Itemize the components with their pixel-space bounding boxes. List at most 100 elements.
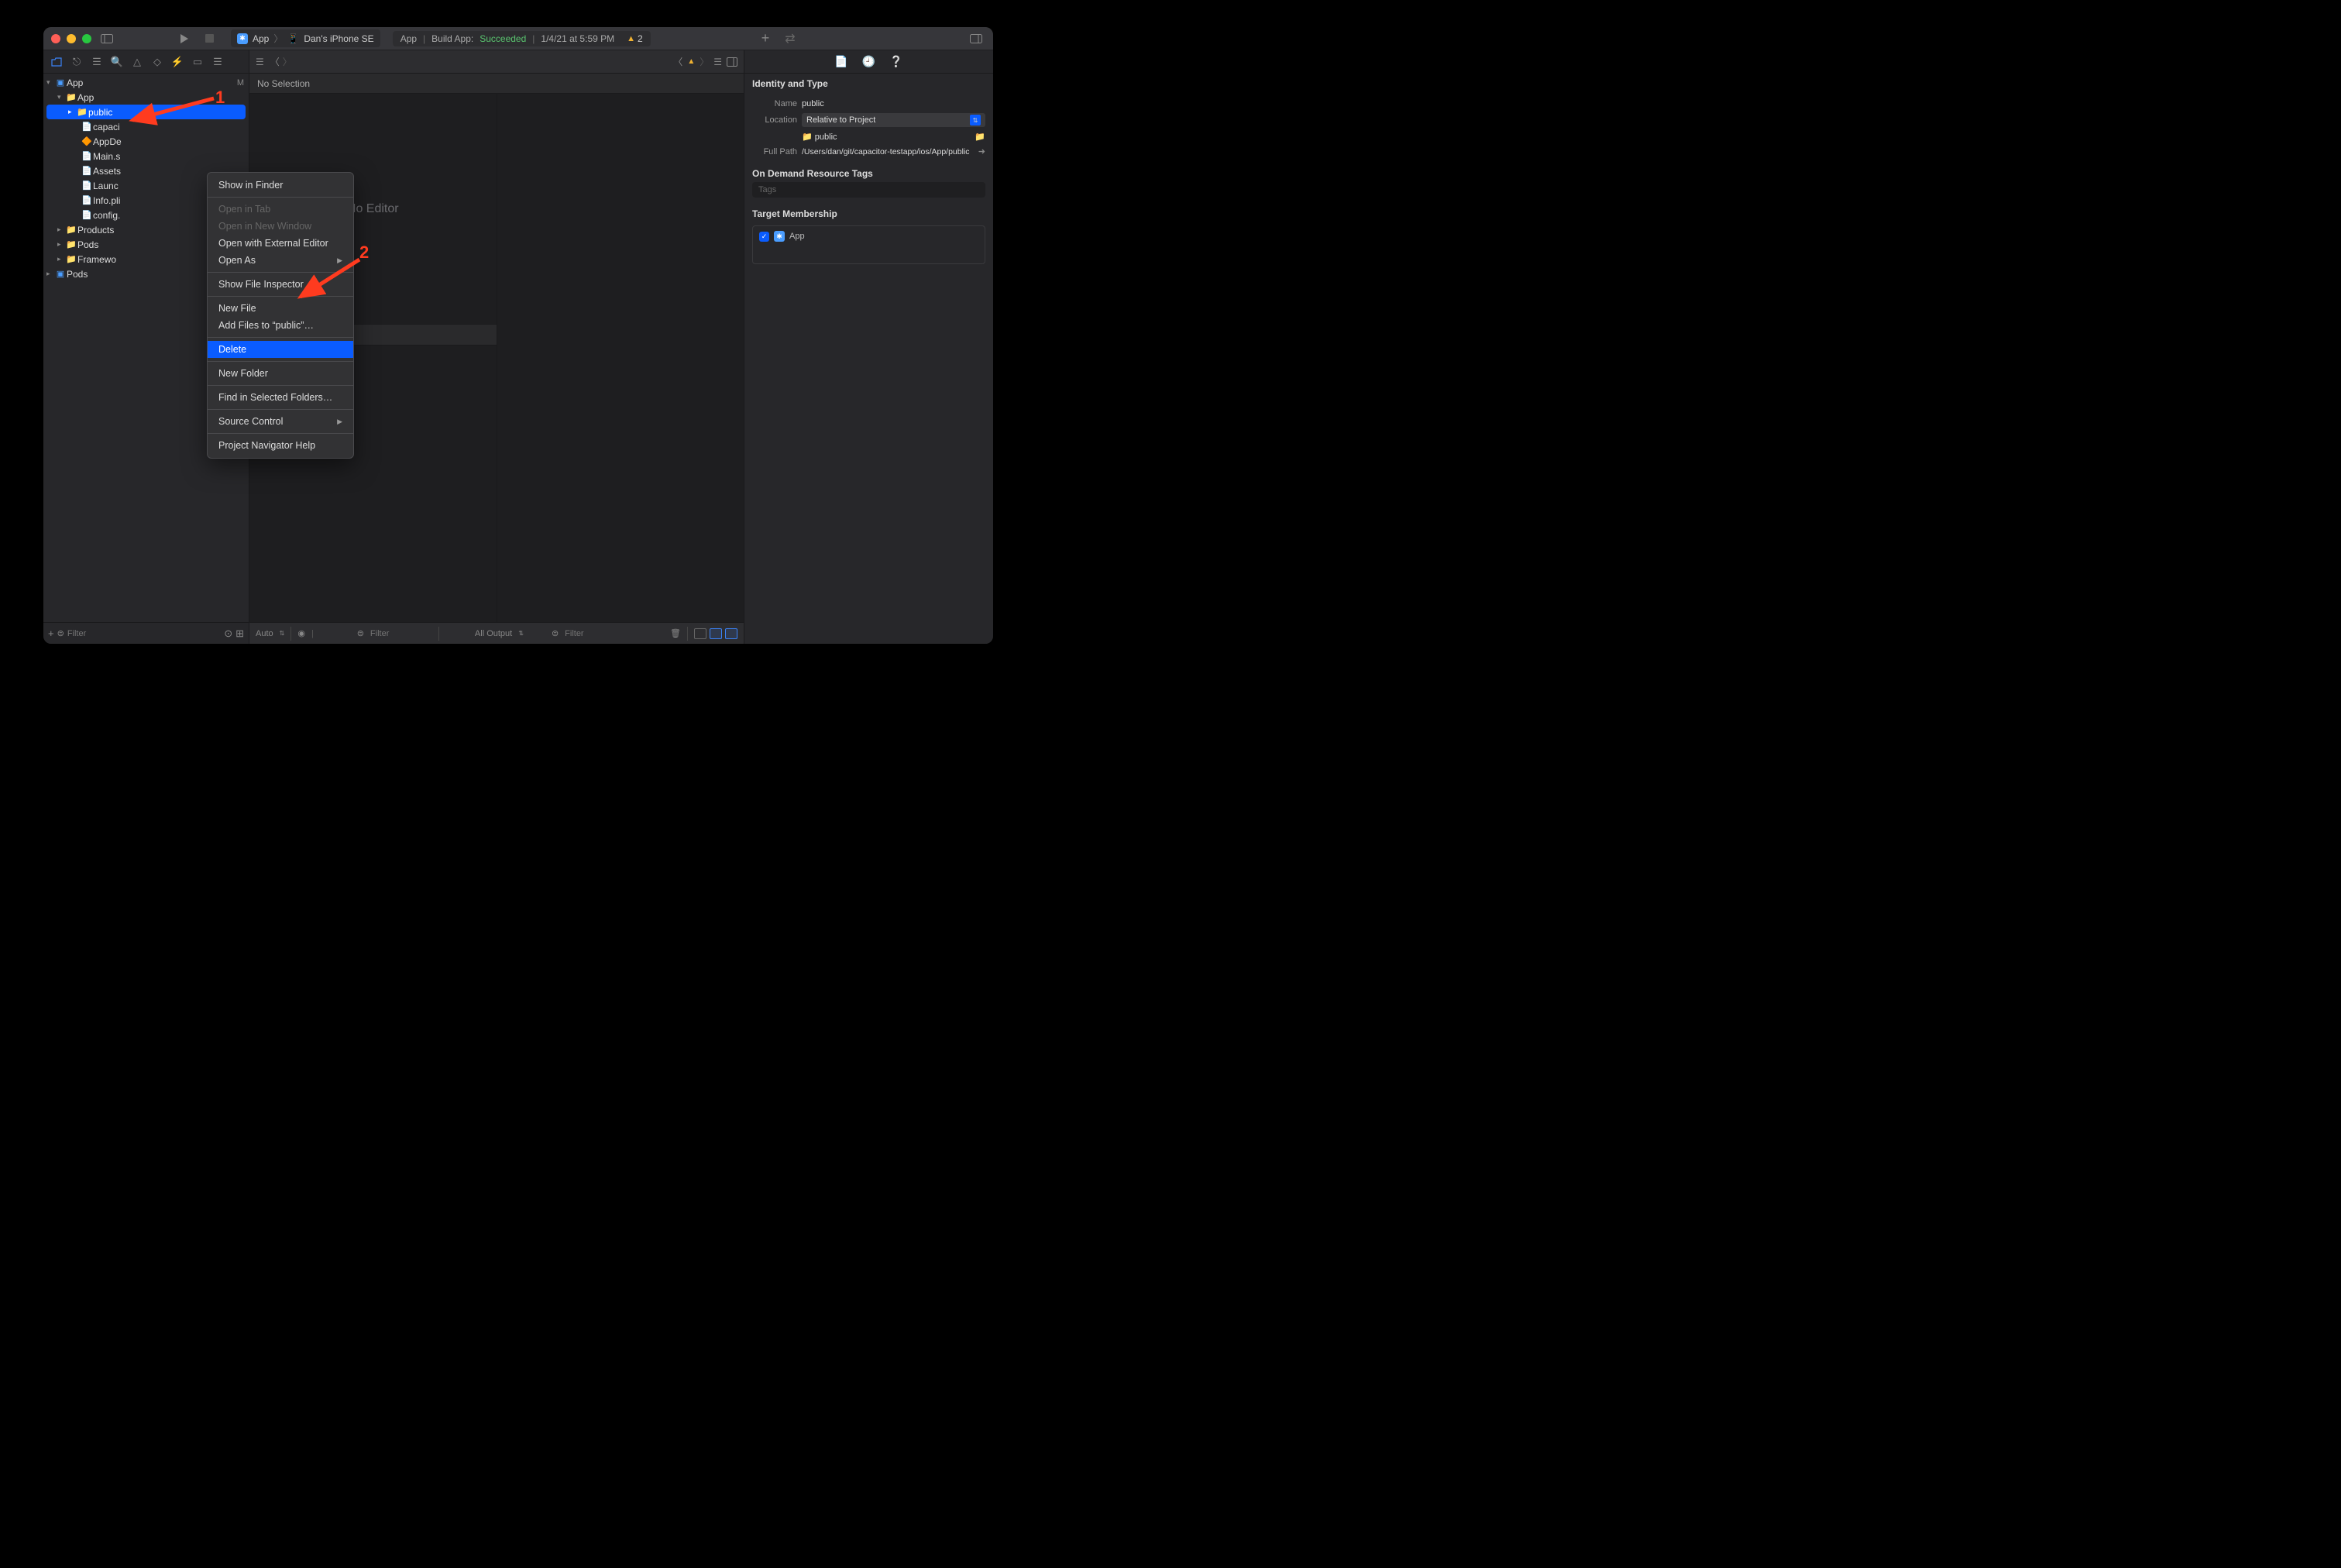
tree-root-app[interactable]: ▾▣ App M bbox=[43, 75, 249, 90]
tree-folder-app[interactable]: ▾📁 App bbox=[43, 90, 249, 105]
back-icon[interactable]: 〈 bbox=[270, 55, 280, 68]
scheme-app: App bbox=[253, 33, 269, 44]
target-membership-box: ✓ ✱ App bbox=[752, 225, 985, 264]
ctx-open-in-tab: Open in Tab bbox=[208, 201, 353, 218]
source-control-navigator-icon[interactable]: ⎋ bbox=[68, 53, 85, 70]
stop-button[interactable] bbox=[200, 29, 218, 48]
ctx-source-control[interactable]: Source Control▶ bbox=[208, 413, 353, 430]
test-navigator-icon[interactable]: ◇ bbox=[149, 53, 166, 70]
find-navigator-icon[interactable]: 🔍 bbox=[108, 53, 125, 70]
path-no-selection: No Selection bbox=[257, 78, 310, 89]
add-file-icon[interactable]: + bbox=[48, 628, 54, 639]
reveal-icon[interactable]: ➜ bbox=[978, 146, 985, 156]
ctx-nav-help[interactable]: Project Navigator Help bbox=[208, 437, 353, 454]
status-app: App bbox=[400, 33, 417, 44]
filter-icon: ⊜ bbox=[57, 628, 64, 638]
ctx-new-file[interactable]: New File bbox=[208, 300, 353, 317]
ctx-show-file-inspector[interactable]: Show File Inspector bbox=[208, 276, 353, 293]
issue-navigator-icon[interactable]: △ bbox=[129, 53, 146, 70]
location-file: 📁 public bbox=[802, 132, 970, 142]
tree-file-capacitor[interactable]: 📄 capaci bbox=[43, 119, 249, 134]
project-navigator-icon[interactable] bbox=[48, 53, 65, 70]
target-app-label: App bbox=[789, 232, 805, 241]
library-icon[interactable] bbox=[967, 29, 985, 48]
ctx-find-folders[interactable]: Find in Selected Folders… bbox=[208, 389, 353, 406]
add-editor-icon[interactable] bbox=[727, 57, 737, 67]
filter-icon: ⊜ bbox=[357, 628, 364, 638]
warnings-badge[interactable]: ▲ 2 bbox=[627, 33, 643, 44]
ctx-open-in-window: Open in New Window bbox=[208, 218, 353, 235]
ctx-new-folder[interactable]: New Folder bbox=[208, 365, 353, 382]
select-arrows-icon: ⇅ bbox=[970, 115, 981, 126]
filter-icon: ⊜ bbox=[552, 628, 559, 638]
ctx-open-as[interactable]: Open As▶ bbox=[208, 252, 353, 269]
forward-icon[interactable]: 〉 bbox=[283, 55, 292, 68]
navigator-filter-input[interactable] bbox=[67, 629, 221, 638]
help-inspector-icon[interactable]: ❔ bbox=[889, 55, 902, 68]
sidebar-toggle-icon[interactable] bbox=[98, 29, 116, 48]
name-label: Name bbox=[752, 99, 797, 108]
path-bar: No Selection bbox=[249, 74, 744, 94]
xcode-window: ✱ App 〉 📱 Dan's iPhone SE App | Build Ap… bbox=[43, 27, 993, 644]
name-value[interactable]: public bbox=[802, 99, 985, 108]
console-view-icon[interactable] bbox=[710, 628, 722, 639]
console-filter-input[interactable] bbox=[565, 629, 627, 638]
ctx-delete[interactable]: Delete bbox=[208, 341, 353, 358]
location-select[interactable]: Relative to Project ⇅ bbox=[802, 113, 985, 127]
fullpath-label: Full Path bbox=[752, 147, 797, 156]
add-button[interactable]: + bbox=[756, 29, 775, 48]
resource-tags-header: On Demand Resource Tags bbox=[744, 163, 993, 182]
ctx-add-files[interactable]: Add Files to “public”… bbox=[208, 317, 353, 334]
identity-header: Identity and Type bbox=[744, 74, 993, 92]
tree-file-mainstoryboard[interactable]: 📄 Main.s bbox=[43, 149, 249, 163]
chevron-right-icon: ▶ bbox=[337, 256, 342, 265]
navigator-filter-bar: + ⊜ ⊙ ⊞ bbox=[43, 622, 249, 644]
status-action: Build App: bbox=[431, 33, 473, 44]
symbol-navigator-icon[interactable]: ☰ bbox=[88, 53, 105, 70]
split-view-icon[interactable] bbox=[725, 628, 737, 639]
file-inspector-icon[interactable]: 📄 bbox=[834, 55, 847, 68]
scheme-selector[interactable]: ✱ App 〉 📱 Dan's iPhone SE bbox=[231, 29, 380, 47]
trash-icon[interactable]: 🗑 bbox=[670, 628, 681, 638]
all-output-label[interactable]: All Output bbox=[475, 629, 512, 638]
status-result: Succeeded bbox=[480, 33, 526, 44]
tree-file-appdelegate[interactable]: 🔶 AppDe bbox=[43, 134, 249, 149]
report-navigator-icon[interactable]: ☰ bbox=[209, 53, 226, 70]
main-area: ⎋ ☰ 🔍 △ ◇ ⚡ ▭ ☰ ▾▣ App M ▾📁 App bbox=[43, 50, 993, 644]
scm-icon[interactable]: ⊞ bbox=[235, 628, 244, 640]
code-review-icon[interactable]: ⇄ bbox=[781, 29, 799, 48]
resource-tags-input[interactable]: Tags bbox=[752, 182, 985, 198]
breakpoint-navigator-icon[interactable]: ▭ bbox=[189, 53, 206, 70]
visibility-icon[interactable]: ◉ bbox=[297, 628, 305, 638]
variables-filter-input[interactable] bbox=[370, 629, 432, 638]
editor-options-icon[interactable]: ☰ bbox=[713, 57, 722, 67]
ctx-show-in-finder[interactable]: Show in Finder bbox=[208, 177, 353, 194]
warning-icon: ▲ bbox=[627, 34, 635, 43]
app-target-icon: ✱ bbox=[774, 231, 785, 242]
target-app-row[interactable]: ✓ ✱ App bbox=[759, 231, 978, 242]
debug-navigator-icon[interactable]: ⚡ bbox=[169, 53, 186, 70]
debug-bar: Auto ⇅ ◉ | ⊜ All Output ⇅ ⊜ 🗑 bbox=[249, 622, 744, 644]
run-button[interactable] bbox=[175, 29, 194, 48]
maximize-icon[interactable] bbox=[82, 34, 91, 43]
activity-status[interactable]: App | Build App: Succeeded | 1/4/21 at 5… bbox=[393, 31, 651, 46]
choose-path-icon[interactable]: 📁 bbox=[975, 132, 985, 142]
output-arrow-icon: ⇅ bbox=[518, 630, 524, 637]
minimize-icon[interactable] bbox=[67, 34, 76, 43]
context-menu: Show in Finder Open in Tab Open in New W… bbox=[207, 172, 354, 459]
checkbox-icon[interactable]: ✓ bbox=[759, 232, 769, 242]
ctx-open-external[interactable]: Open with External Editor bbox=[208, 235, 353, 252]
location-label: Location bbox=[752, 115, 797, 125]
auto-label[interactable]: Auto bbox=[256, 629, 273, 638]
auto-arrow-icon: ⇅ bbox=[280, 630, 285, 637]
tree-folder-public[interactable]: ▸📁 public bbox=[46, 105, 246, 119]
chevron-right-icon: ▶ bbox=[337, 418, 342, 426]
split-forward-icon[interactable]: 〉 bbox=[700, 55, 709, 68]
recent-icon[interactable]: ⊙ bbox=[224, 628, 232, 640]
related-items-icon[interactable]: ☰ bbox=[256, 57, 264, 67]
split-warning-icon[interactable]: 〈 bbox=[673, 55, 682, 68]
variables-view-icon[interactable] bbox=[694, 628, 706, 639]
history-inspector-icon[interactable]: 🕘 bbox=[862, 55, 875, 68]
close-icon[interactable] bbox=[51, 34, 60, 43]
status-time: 1/4/21 at 5:59 PM bbox=[541, 33, 614, 44]
